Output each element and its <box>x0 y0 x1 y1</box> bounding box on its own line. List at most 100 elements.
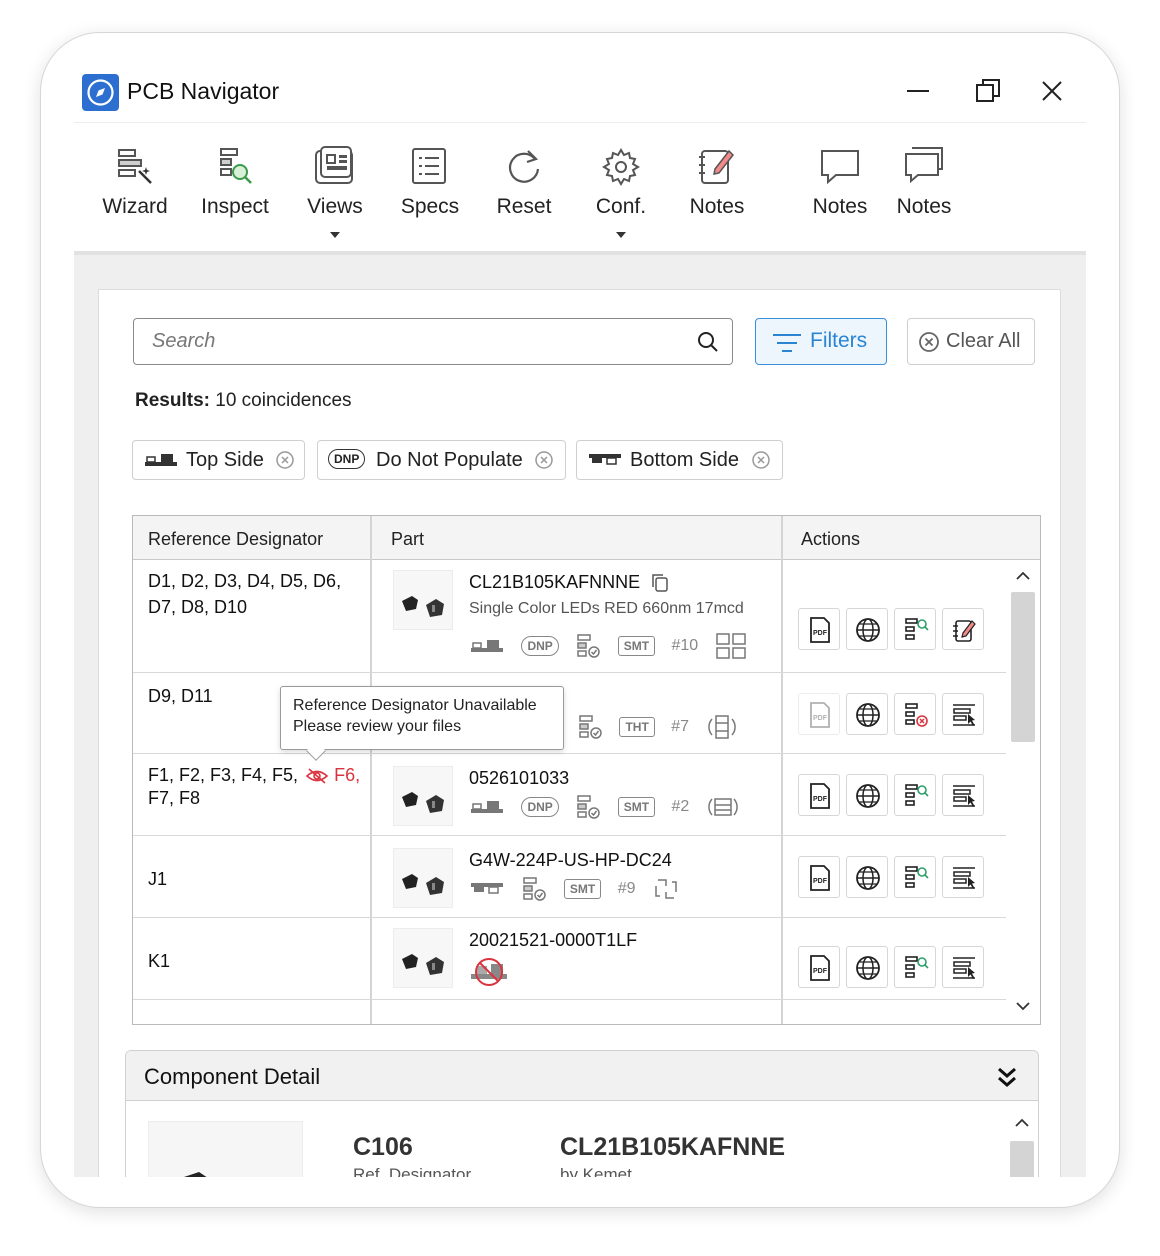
inspect-button[interactable]: Inspect <box>190 145 280 245</box>
scrollbar-thumb[interactable] <box>1011 592 1035 742</box>
inspect-part-button[interactable] <box>894 856 936 898</box>
component-detail-header[interactable]: Component Detail <box>126 1051 1038 1101</box>
detail-scrollbar[interactable] <box>1008 1107 1036 1177</box>
chevron-down-icon[interactable] <box>1015 1000 1031 1012</box>
specs-button[interactable]: Specs <box>385 145 475 245</box>
filters-button[interactable]: Filters <box>755 318 887 365</box>
clear-icon <box>919 332 939 352</box>
search-input[interactable]: Search <box>133 318 733 365</box>
chevron-up-icon[interactable] <box>1014 1117 1030 1129</box>
locate-button[interactable] <box>942 946 984 988</box>
pdf-label: PDF <box>813 715 828 722</box>
chevron-up-icon[interactable] <box>1015 570 1031 582</box>
ref-line: F1, F2, F3, F4, F5, F6, <box>148 764 360 787</box>
ref-line: D1, D2, D3, D4, D5, D6, <box>148 571 342 591</box>
notes-edit-button[interactable]: Notes <box>672 145 762 245</box>
restore-button[interactable] <box>974 77 1002 105</box>
reset-button[interactable]: Reset <box>479 145 569 245</box>
unavailable-ref[interactable]: F6, <box>334 765 360 785</box>
part-number: 0526101033 <box>469 768 570 788</box>
notes-comments-button[interactable]: Notes <box>879 145 969 245</box>
wizard-button[interactable]: Wizard <box>90 145 180 245</box>
part-count: #10 <box>671 637 699 654</box>
bottom-side-icon <box>471 883 503 894</box>
pdf-icon: PDF <box>810 617 830 643</box>
part-number: 20021521-0000T1LF <box>469 930 638 950</box>
dnp-icon: DNP <box>328 449 366 469</box>
locate-button[interactable] <box>942 774 984 816</box>
notes-icon <box>953 620 976 642</box>
conf-button[interactable]: Conf. <box>576 145 666 245</box>
chip-top-side[interactable]: Top Side <box>132 440 305 480</box>
locate-button[interactable] <box>942 693 984 735</box>
chevron-down-icon <box>330 232 340 238</box>
tool-label: Specs <box>400 195 460 218</box>
clear-all-button[interactable]: Clear All <box>907 318 1035 365</box>
inspect-list-icon <box>905 618 929 640</box>
detail-manufacturer: by Kemet <box>560 1165 632 1177</box>
copy-icon[interactable] <box>649 572 671 594</box>
header-ref: Reference Designator <box>148 529 324 549</box>
no-footprint-icon <box>471 958 507 986</box>
table-row[interactable]: D9, D11 THT #7 PDF <box>133 673 1006 754</box>
table-scrollbar[interactable] <box>1006 560 1040 1024</box>
chip-remove-icon[interactable] <box>751 450 771 470</box>
chevron-down-icon <box>616 232 626 238</box>
smt-badge: SMT <box>617 636 656 656</box>
locate-list-icon <box>953 867 975 889</box>
double-chevron-down-icon[interactable] <box>996 1065 1018 1089</box>
ref-designators: F1, F2, F3, F4, F5, F6, F7, F8 <box>148 764 360 810</box>
table-row[interactable]: F1, F2, F3, F4, F5, F6, F7, F8 052610103… <box>133 754 1006 836</box>
datasheet-pdf-button[interactable]: PDF <box>798 608 840 650</box>
pdf-icon: PDF <box>810 702 830 728</box>
app-title: PCB Navigator <box>127 78 280 104</box>
notes-comment-button[interactable]: Notes <box>795 145 885 245</box>
datasheet-pdf-button[interactable]: PDF <box>798 946 840 988</box>
web-button[interactable] <box>846 946 888 988</box>
top-side-icon <box>145 454 177 466</box>
table-row[interactable]: D1, D2, D3, D4, D5, D6, D7, D8, D10 CL21… <box>133 560 1006 673</box>
close-button[interactable] <box>1038 77 1066 105</box>
smt-badge: SMT <box>617 797 656 817</box>
comments-icon <box>905 147 943 184</box>
search-panel: Search Filters Clear All Results: 10 coi… <box>98 289 1061 1177</box>
chip-remove-icon[interactable] <box>534 450 554 470</box>
globe-icon <box>856 618 880 642</box>
chip-do-not-populate[interactable]: DNP Do Not Populate <box>317 440 566 480</box>
chip-label: Do Not Populate <box>376 449 523 471</box>
chip-remove-icon[interactable] <box>275 450 295 470</box>
web-button[interactable] <box>846 856 888 898</box>
chip-label: Top Side <box>186 449 264 471</box>
ref-designators: D1, D2, D3, D4, D5, D6, D7, D8, D10 <box>148 568 341 620</box>
inspect-part-button[interactable] <box>894 608 936 650</box>
checklist-icon <box>579 715 602 739</box>
reset-icon <box>508 150 540 183</box>
web-button[interactable] <box>846 693 888 735</box>
datasheet-pdf-button-disabled: PDF <box>798 693 840 735</box>
results-summary: Results: 10 coincidences <box>135 390 352 412</box>
inspect-part-button[interactable] <box>894 774 936 816</box>
specs-icon <box>412 148 446 184</box>
locate-button[interactable] <box>942 856 984 898</box>
datasheet-pdf-button[interactable]: PDF <box>798 774 840 816</box>
notes-button[interactable] <box>942 608 984 650</box>
datasheet-pdf-button[interactable]: PDF <box>798 856 840 898</box>
minimize-button[interactable] <box>904 77 932 105</box>
inspect-unavailable-button[interactable] <box>894 693 936 735</box>
part-count: #9 <box>617 880 636 897</box>
inspect-unavailable-icon <box>905 703 928 727</box>
table-row[interactable]: J1 G4W-224P-US-HP-DC24 SMT #9 PDF <box>133 836 1006 918</box>
chip-bottom-side[interactable]: Bottom Side <box>576 440 783 480</box>
views-icon <box>315 146 353 184</box>
checklist-icon <box>577 634 600 658</box>
web-button[interactable] <box>846 608 888 650</box>
inspect-part-button[interactable] <box>894 946 936 988</box>
web-button[interactable] <box>846 774 888 816</box>
inspect-list-icon <box>905 866 929 888</box>
pdf-icon: PDF <box>810 865 830 891</box>
views-button[interactable]: Views <box>290 145 380 245</box>
scrollbar-thumb[interactable] <box>1010 1141 1034 1177</box>
table-row[interactable]: K1 20021521-0000T1LF PDF <box>133 918 1006 1000</box>
notes-edit-icon <box>699 149 734 184</box>
top-side-icon <box>471 801 503 813</box>
